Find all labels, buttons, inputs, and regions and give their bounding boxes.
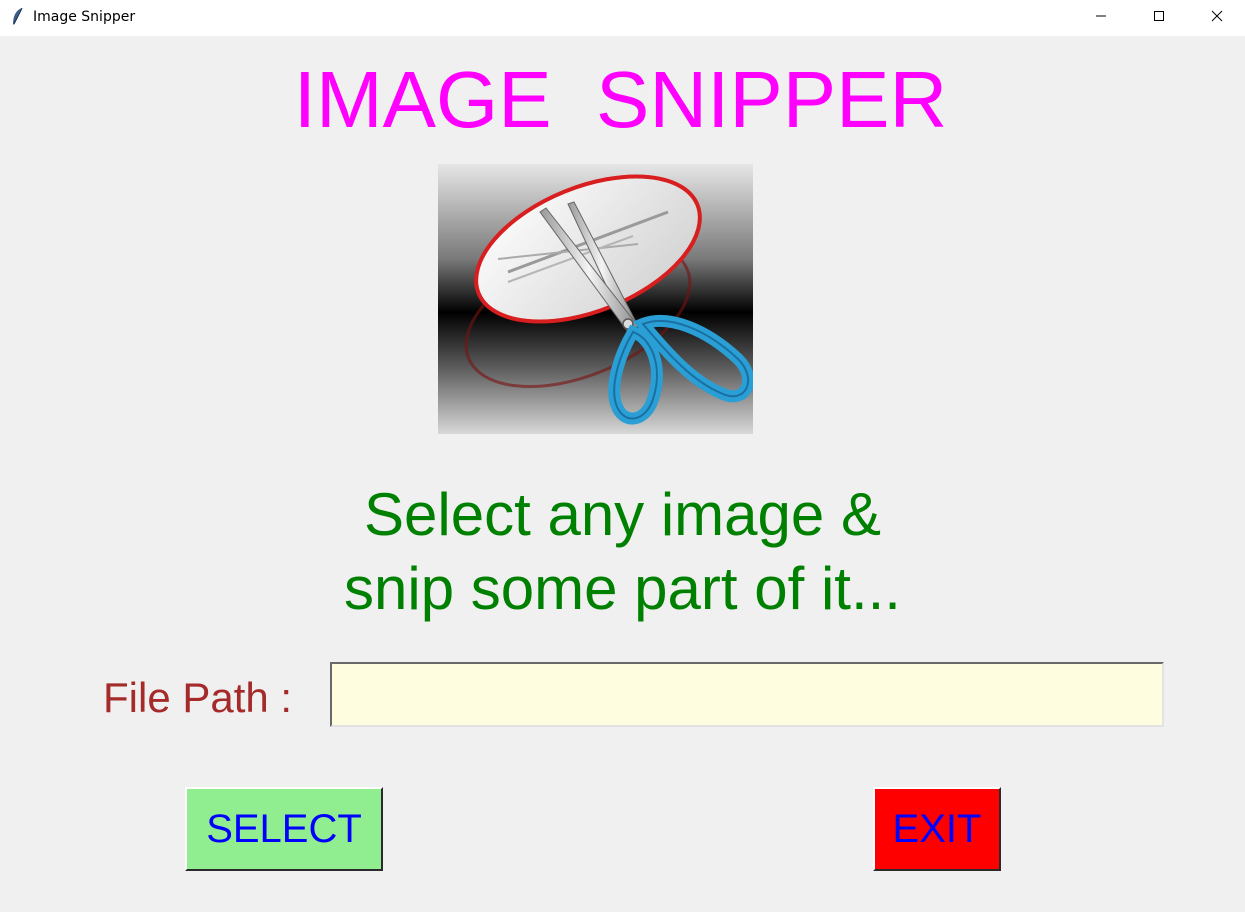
maximize-button[interactable] [1130,0,1188,36]
title-bar[interactable]: Image Snipper [0,0,1245,36]
minimize-button[interactable] [1072,0,1130,36]
maximize-icon [1153,9,1165,27]
window-title: Image Snipper [33,9,136,25]
instruction-text: Select any image & snip some part of it.… [0,478,1245,626]
instruction-line-2: snip some part of it... [344,555,901,622]
exit-button[interactable]: EXIT [873,787,1001,871]
file-path-input[interactable] [330,662,1164,727]
feather-icon [10,7,24,27]
close-icon [1211,9,1223,27]
app-heading: IMAGE SNIPPER [293,55,948,144]
instruction-line-1: Select any image & [364,481,881,548]
minimize-icon [1095,9,1107,27]
file-path-label: File Path : [103,674,293,721]
scissors-snip-icon [438,164,753,434]
select-button[interactable]: SELECT [185,787,383,871]
app-window: Image Snipper IMAGE SNIPPER Select any i… [0,0,1245,912]
close-button[interactable] [1188,0,1245,36]
